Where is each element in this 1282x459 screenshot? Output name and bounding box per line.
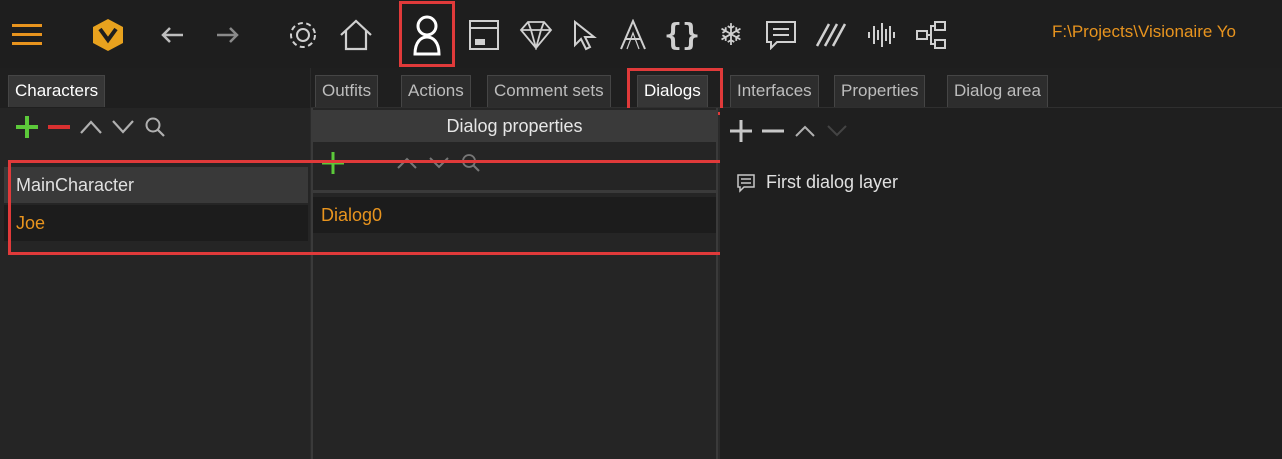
hierarchy-icon[interactable] xyxy=(912,8,950,62)
settings-gear-icon[interactable] xyxy=(283,8,323,62)
main-tabbar: Outfits Actions Comment sets Dialogs Int… xyxy=(311,68,1282,108)
interfaces-window-icon[interactable] xyxy=(465,8,503,62)
logo-icon xyxy=(88,8,128,62)
tab-dialogs[interactable]: Dialogs xyxy=(637,75,708,107)
remove-character-button[interactable] xyxy=(44,112,74,142)
move-down-button[interactable] xyxy=(108,112,138,142)
tab-properties[interactable]: Properties xyxy=(834,75,926,107)
font-icon[interactable] xyxy=(615,8,651,62)
add-dialog-button[interactable] xyxy=(318,148,348,178)
menu-icon[interactable] xyxy=(10,8,44,62)
comment-icon[interactable] xyxy=(762,8,800,62)
tab-comment-sets[interactable]: Comment sets xyxy=(487,75,611,107)
dialog-move-down-button[interactable] xyxy=(424,148,454,178)
add-character-button[interactable] xyxy=(12,112,42,142)
remove-dialog-layer-button[interactable] xyxy=(758,116,788,146)
forward-arrow-icon[interactable] xyxy=(212,8,244,62)
characters-icon[interactable] xyxy=(404,8,450,62)
tab-outfits[interactable]: Outfits xyxy=(315,75,379,107)
character-item-joe[interactable]: Joe xyxy=(4,205,308,241)
tab-characters[interactable]: Characters xyxy=(8,75,106,107)
script-braces-icon[interactable]: {} xyxy=(662,8,702,62)
dialog-layer-actions xyxy=(726,116,854,146)
move-up-button[interactable] xyxy=(76,112,106,142)
cursor-icon[interactable] xyxy=(567,8,603,62)
tab-actions[interactable]: Actions xyxy=(401,75,471,107)
main-toolbar: {} ❄ F:\Projects\Visionaire Yo xyxy=(0,0,1282,68)
character-item-main[interactable]: MainCharacter xyxy=(4,167,308,203)
dialog-search-button[interactable] xyxy=(456,148,486,178)
dialog-properties-header[interactable]: Dialog properties xyxy=(311,110,718,142)
tab-dialog-area[interactable]: Dialog area xyxy=(947,75,1048,107)
dialog-layer-down-button[interactable] xyxy=(822,116,852,146)
dialog-layers-panel: First dialog layer xyxy=(720,108,1282,459)
shaders-icon[interactable] xyxy=(810,8,850,62)
left-tabbar: Characters xyxy=(0,68,310,108)
search-button[interactable] xyxy=(140,112,170,142)
comment-icon xyxy=(737,173,755,193)
dialog-layer-label: First dialog layer xyxy=(766,172,899,192)
home-icon[interactable] xyxy=(336,8,376,62)
gem-icon[interactable] xyxy=(517,8,555,62)
dialog-layer-item[interactable]: First dialog layer xyxy=(736,172,898,193)
characters-panel: Characters MainCharacter Joe xyxy=(0,68,310,459)
divider xyxy=(313,190,716,193)
back-arrow-icon[interactable] xyxy=(156,8,188,62)
add-dialog-layer-button[interactable] xyxy=(726,116,756,146)
particles-snowflake-icon[interactable]: ❄ xyxy=(712,8,750,62)
project-path: F:\Projects\Visionaire Yo xyxy=(1052,22,1236,41)
character-list-actions xyxy=(12,112,172,142)
dialog-layer-up-button[interactable] xyxy=(790,116,820,146)
audio-waveform-icon[interactable] xyxy=(862,8,900,62)
dialog-item[interactable]: Dialog0 xyxy=(313,197,716,233)
tab-interfaces[interactable]: Interfaces xyxy=(730,75,819,107)
dialog-move-up-button[interactable] xyxy=(392,148,422,178)
dialog-list-actions xyxy=(318,148,488,178)
